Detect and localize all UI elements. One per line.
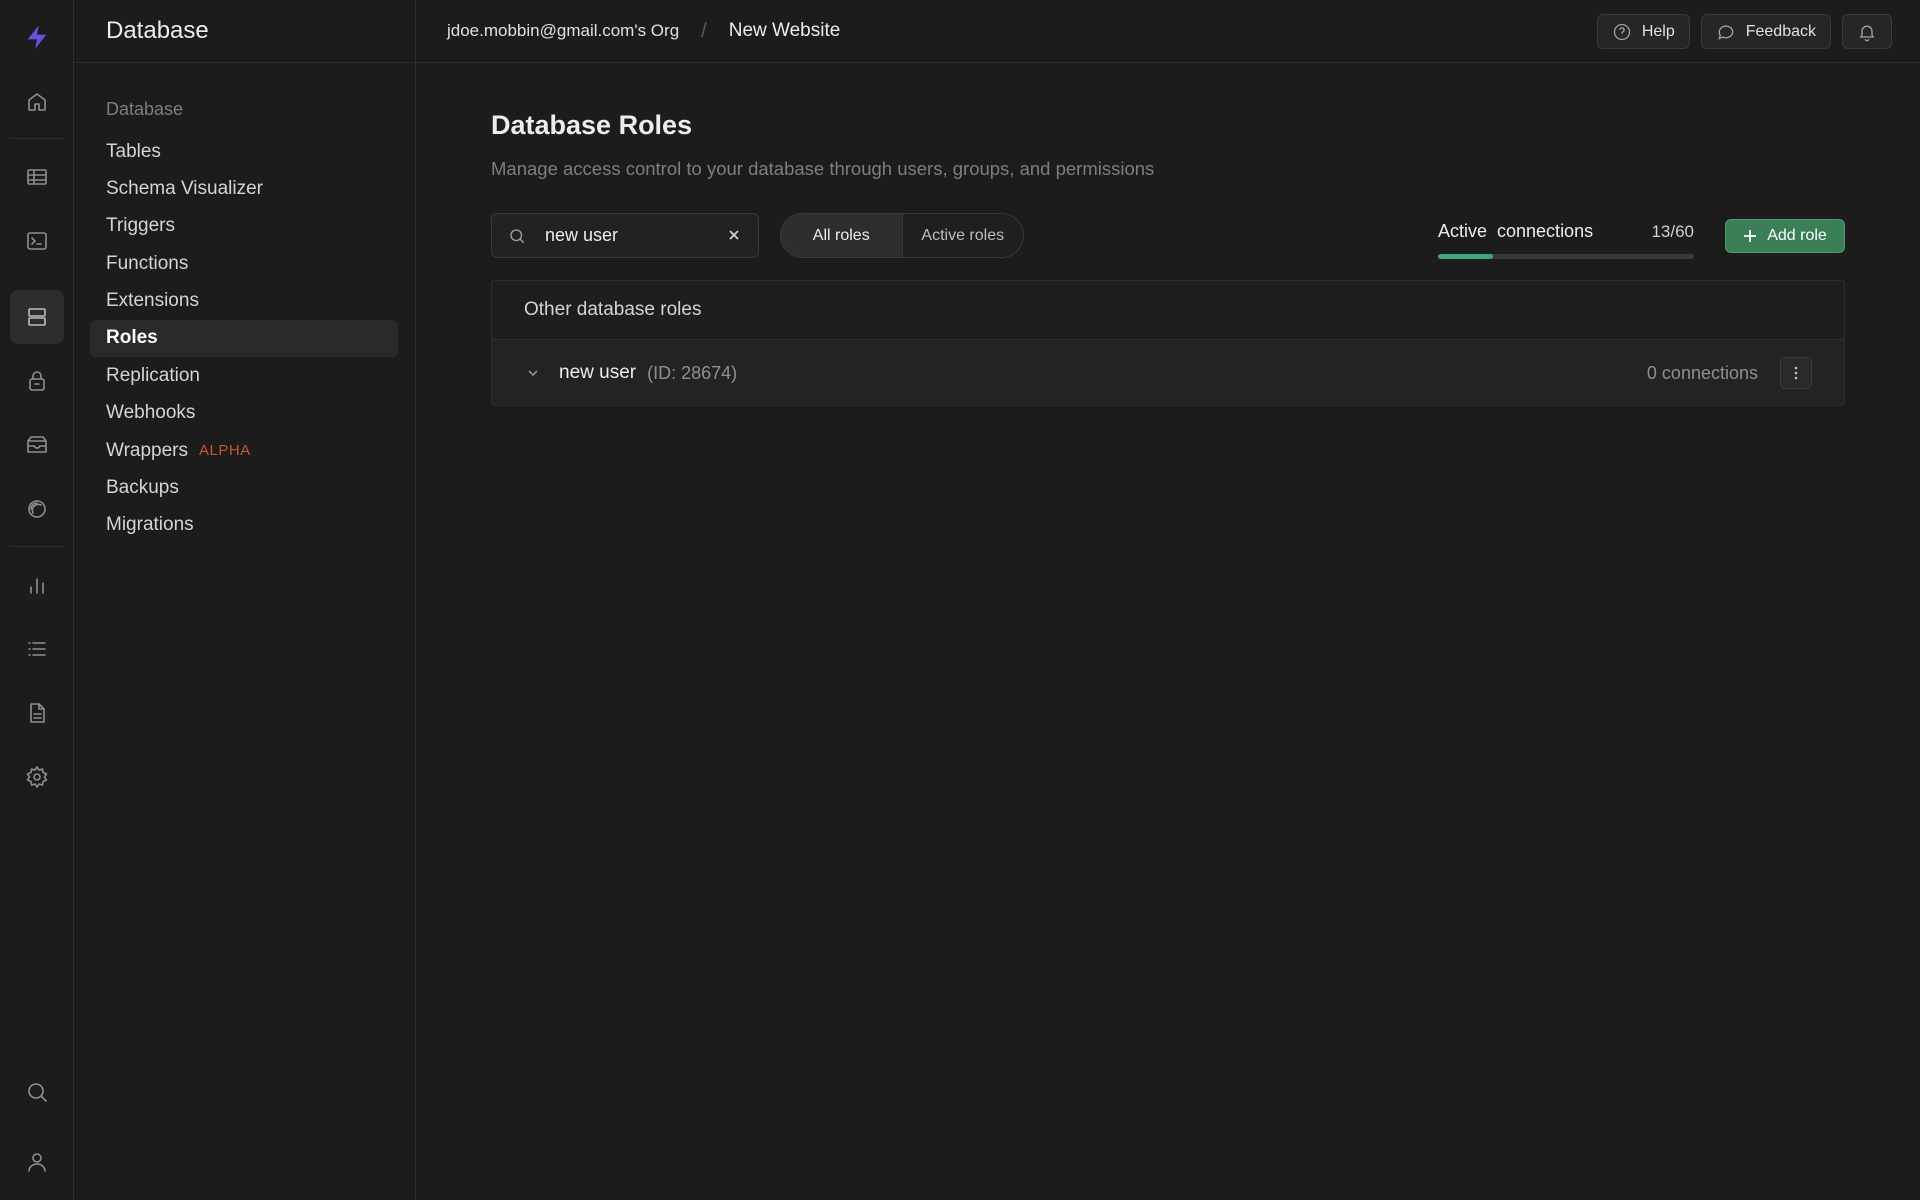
sidebar-item-label: Extensions: [106, 290, 199, 312]
chat-bubble-icon: [1718, 24, 1734, 40]
sidebar-item-webhooks[interactable]: Webhooks: [90, 395, 398, 432]
sidebar-item-label: Backups: [106, 477, 179, 499]
logs-icon[interactable]: [10, 622, 64, 676]
sidebar-item-roles[interactable]: Roles: [90, 319, 398, 357]
page-subtitle: Manage access control to your database t…: [491, 158, 1155, 179]
sidebar-item-label: Replication: [106, 364, 200, 386]
reports-icon[interactable]: [10, 558, 64, 612]
auth-icon[interactable]: [10, 354, 64, 408]
page-title: Database Roles: [491, 110, 693, 140]
sidebar-section-label: Database: [106, 99, 184, 119]
breadcrumb-separator: /: [701, 19, 707, 42]
feedback-button[interactable]: Feedback: [1700, 14, 1831, 49]
sidebar-title: Database: [74, 0, 415, 63]
panel-heading: Other database roles: [492, 281, 1844, 340]
top-bar: jdoe.mobbin@gmail.com's Org / New Websit…: [416, 0, 1920, 63]
sidebar-item-wrappers[interactable]: Wrappers ALPHA: [90, 432, 398, 469]
breadcrumb-project[interactable]: New Website: [729, 20, 841, 42]
search-icon: [510, 228, 525, 243]
tab-all-roles[interactable]: All roles: [781, 214, 903, 257]
bell-icon: [1859, 25, 1875, 41]
sql-editor-icon[interactable]: [10, 214, 64, 268]
help-icon: [1613, 23, 1630, 40]
rail-divider: [10, 138, 64, 139]
chevron-down-icon[interactable]: [526, 366, 540, 380]
role-menu-button[interactable]: [1780, 357, 1812, 389]
search-input[interactable]: [545, 225, 715, 246]
sidebar-item-label: Functions: [106, 252, 189, 274]
sidebar-menu: Tables Schema Visualizer Triggers Functi…: [90, 133, 398, 544]
connections-progress-bar: [1438, 254, 1694, 259]
sidebar-item-label: Wrappers: [106, 439, 189, 461]
icon-rail: [0, 0, 74, 1200]
api-docs-icon[interactable]: [10, 686, 64, 740]
sidebar-item-label: Webhooks: [106, 402, 196, 424]
add-role-button[interactable]: Add role: [1725, 219, 1845, 253]
sidebar-item-replication[interactable]: Replication: [90, 357, 398, 394]
role-search: [491, 213, 759, 258]
sidebar-item-triggers[interactable]: Triggers: [90, 208, 398, 245]
sidebar-item-label: Triggers: [106, 215, 175, 237]
app-root: Database Database Tables Schema Visualiz…: [0, 0, 1920, 1200]
search-icon[interactable]: [10, 1065, 64, 1119]
sidebar-item-backups[interactable]: Backups: [90, 470, 398, 507]
more-vertical-icon: [1794, 366, 1798, 380]
feedback-label: Feedback: [1745, 22, 1816, 40]
database-sidebar: Database Database Tables Schema Visualiz…: [74, 0, 416, 1200]
settings-icon[interactable]: [10, 750, 64, 804]
sidebar-item-label: Roles: [106, 327, 158, 349]
plus-icon: [1744, 230, 1757, 242]
connections-progress-fill: [1438, 254, 1494, 259]
notifications-button[interactable]: [1842, 14, 1892, 49]
clear-search-icon[interactable]: [726, 227, 742, 243]
table-row[interactable]: new user (ID: 28674) 0 connections: [492, 340, 1844, 405]
table-editor-icon[interactable]: [10, 150, 64, 204]
help-label: Help: [1641, 22, 1675, 40]
rail-divider: [10, 546, 64, 547]
connections-label: Active connections: [1438, 221, 1594, 241]
sidebar-item-tables[interactable]: Tables: [90, 133, 398, 170]
role-connections: 0 connections: [1646, 362, 1758, 383]
top-actions: Help Feedback: [1596, 14, 1892, 49]
add-role-label: Add role: [1767, 227, 1827, 244]
sidebar-item-migrations[interactable]: Migrations: [90, 507, 398, 544]
database-icon[interactable]: [10, 290, 64, 344]
storage-icon[interactable]: [10, 418, 64, 472]
sidebar-item-label: Tables: [106, 140, 161, 162]
sidebar-item-functions[interactable]: Functions: [90, 245, 398, 282]
active-connections: Active connections 13/60: [1438, 221, 1694, 259]
sidebar-item-schema-visualizer[interactable]: Schema Visualizer: [90, 170, 398, 207]
tab-active-roles[interactable]: Active roles: [903, 214, 1024, 257]
roles-panel: Other database roles new user (ID: 28674…: [491, 280, 1845, 406]
sidebar-item-label: Schema Visualizer: [106, 177, 264, 199]
role-id: (ID: 28674): [647, 362, 738, 383]
breadcrumb-org[interactable]: jdoe.mobbin@gmail.com's Org: [447, 21, 679, 41]
home-icon[interactable]: [10, 75, 64, 129]
role-name: new user: [559, 362, 637, 383]
logo-icon[interactable]: [10, 10, 64, 64]
realtime-icon[interactable]: [10, 482, 64, 536]
alpha-badge: ALPHA: [199, 442, 251, 460]
role-filter-toggle: All roles Active roles: [780, 213, 1024, 258]
help-button[interactable]: Help: [1596, 14, 1690, 49]
connections-value: 13/60: [1651, 222, 1694, 241]
sidebar-item-label: Migrations: [106, 514, 194, 536]
sidebar-item-extensions[interactable]: Extensions: [90, 283, 398, 320]
user-icon[interactable]: [10, 1135, 64, 1189]
